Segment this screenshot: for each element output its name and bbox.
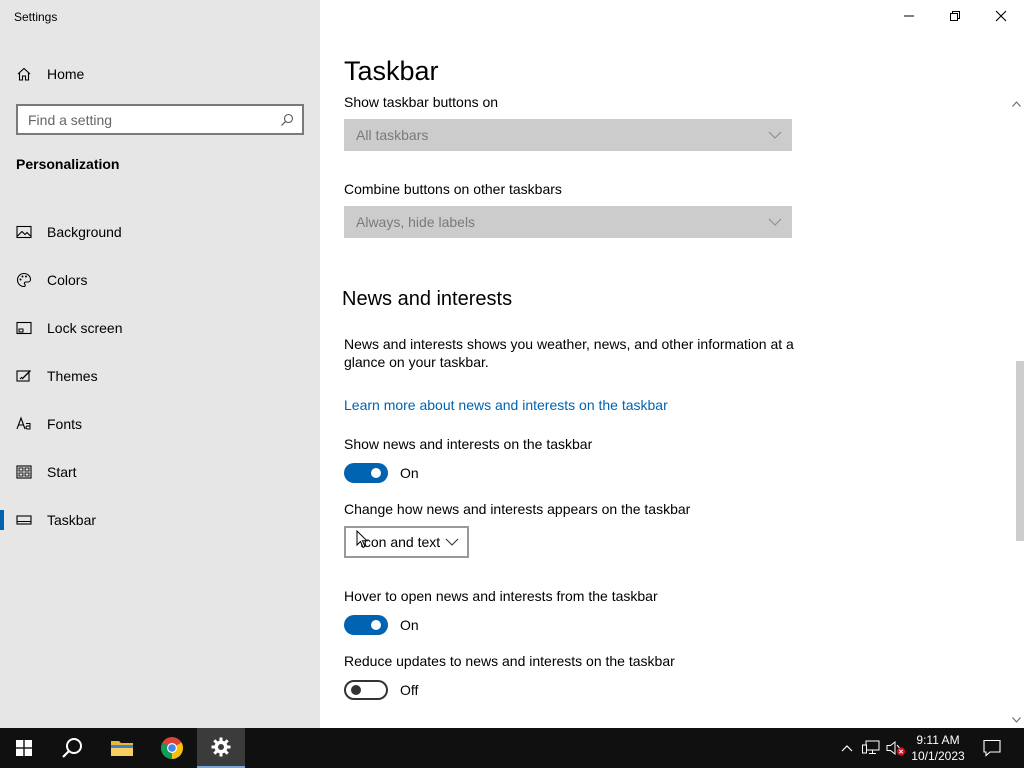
taskbar: 9:11 AM 10/1/2023	[0, 728, 1024, 768]
home-nav-item[interactable]: Home	[16, 62, 84, 86]
sidebar-item-themes[interactable]: Themes	[0, 352, 320, 400]
fonts-icon	[16, 416, 31, 430]
chevron-down-icon	[445, 538, 459, 546]
themes-icon	[16, 370, 31, 382]
reduce-updates-toggle[interactable]	[344, 680, 388, 700]
sidebar-item-background[interactable]: Background	[0, 208, 320, 256]
lock-screen-icon	[16, 321, 32, 335]
sidebar-item-fonts[interactable]: Fonts	[0, 400, 320, 448]
show-news-toggle-row: On	[344, 463, 419, 483]
section-label: Personalization	[16, 156, 120, 172]
main-content: Taskbar Show taskbar buttons on All task…	[320, 0, 1024, 728]
show-news-label: Show news and interests on the taskbar	[344, 436, 593, 452]
chevron-up-icon	[841, 745, 853, 752]
restore-icon	[950, 11, 960, 21]
sidebar-item-label: Fonts	[47, 416, 83, 432]
palette-icon	[16, 272, 32, 288]
sidebar-item-lock-screen[interactable]: Lock screen	[0, 304, 320, 352]
sidebar-item-colors[interactable]: Colors	[0, 256, 320, 304]
show-news-toggle[interactable]	[344, 463, 388, 483]
sidebar-item-start[interactable]: Start	[0, 448, 320, 496]
chevron-up-icon	[1011, 101, 1021, 107]
sidebar-item-label: Background	[47, 224, 122, 240]
appearance-label: Change how news and interests appears on…	[344, 501, 691, 517]
scroll-up-button[interactable]	[1008, 96, 1024, 112]
image-icon	[16, 225, 32, 239]
hover-state: On	[400, 617, 419, 633]
chrome-button[interactable]	[148, 728, 196, 768]
close-icon	[995, 10, 1007, 22]
combine-buttons-label: Combine buttons on other taskbars	[344, 181, 562, 197]
sidebar: Settings Home Personalization Background…	[0, 0, 320, 728]
mouse-cursor-icon	[356, 530, 368, 549]
folder-icon	[111, 741, 133, 756]
network-button[interactable]	[860, 728, 882, 768]
toggle-knob	[371, 468, 381, 478]
sidebar-item-label: Lock screen	[47, 320, 123, 336]
sidebar-item-label: Colors	[47, 272, 88, 288]
search-box[interactable]	[16, 104, 304, 135]
file-explorer-button[interactable]	[98, 728, 146, 768]
scrollbar[interactable]	[1008, 96, 1024, 728]
search-taskbar-button[interactable]	[48, 728, 96, 768]
clock[interactable]: 9:11 AM 10/1/2023	[910, 732, 966, 764]
combine-buttons-dropdown: Always, hide labels	[344, 206, 792, 238]
news-heading: News and interests	[342, 288, 513, 310]
home-icon	[17, 67, 31, 81]
reduce-updates-label: Reduce updates to news and interests on …	[344, 653, 675, 669]
show-news-state: On	[400, 465, 419, 481]
app-title: Settings	[14, 10, 58, 24]
clock-time: 9:11 AM	[916, 733, 960, 747]
start-icon	[16, 465, 32, 479]
chevron-down-icon	[768, 131, 782, 139]
network-icon	[862, 740, 880, 754]
reduce-updates-state: Off	[400, 682, 419, 698]
volume-muted-icon	[886, 740, 905, 756]
show-hidden-icons-button[interactable]	[838, 728, 856, 768]
action-center-button[interactable]	[976, 728, 1008, 768]
sidebar-item-label: Themes	[47, 368, 98, 384]
volume-button[interactable]	[884, 728, 908, 768]
show-buttons-label: Show taskbar buttons on	[344, 94, 499, 110]
news-description: News and interests shows you weather, ne…	[344, 336, 794, 370]
minimize-icon	[904, 15, 914, 17]
clock-date: 10/1/2023	[911, 749, 965, 763]
sidebar-nav: Background Colors Lock screen Themes Fon…	[0, 208, 320, 544]
notification-icon	[983, 739, 1001, 757]
show-buttons-dropdown: All taskbars	[344, 119, 792, 151]
chevron-down-icon	[1011, 717, 1021, 723]
windows-logo-icon	[16, 740, 32, 756]
toggle-knob	[351, 685, 361, 695]
restore-button[interactable]	[932, 0, 978, 32]
learn-more-link[interactable]: Learn more about news and interests on t…	[344, 397, 668, 413]
appearance-value: Icon and text	[360, 534, 441, 550]
gear-icon	[211, 737, 231, 757]
close-button[interactable]	[978, 0, 1024, 32]
sidebar-item-label: Taskbar	[47, 512, 97, 528]
reduce-updates-toggle-row: Off	[344, 680, 418, 700]
start-button[interactable]	[0, 728, 48, 768]
hover-label: Hover to open news and interests from th…	[344, 588, 658, 604]
taskbar-icon	[16, 515, 32, 525]
combine-buttons-value: Always, hide labels	[356, 214, 476, 230]
chevron-down-icon	[768, 218, 782, 226]
hover-toggle[interactable]	[344, 615, 388, 635]
sidebar-item-label: Start	[47, 464, 77, 480]
search-icon	[62, 738, 82, 758]
home-label: Home	[47, 66, 85, 82]
minimize-button[interactable]	[886, 0, 932, 32]
hover-toggle-row: On	[344, 615, 419, 635]
scroll-thumb[interactable]	[1016, 361, 1024, 541]
scroll-down-button[interactable]	[1008, 712, 1024, 728]
search-input[interactable]	[28, 111, 280, 128]
page-title: Taskbar	[344, 56, 439, 86]
sidebar-item-taskbar[interactable]: Taskbar	[0, 496, 320, 544]
toggle-knob	[371, 620, 381, 630]
search-icon[interactable]	[280, 113, 294, 127]
chrome-icon	[161, 737, 183, 759]
settings-taskbar-button[interactable]	[197, 728, 245, 768]
show-buttons-value: All taskbars	[356, 127, 429, 143]
